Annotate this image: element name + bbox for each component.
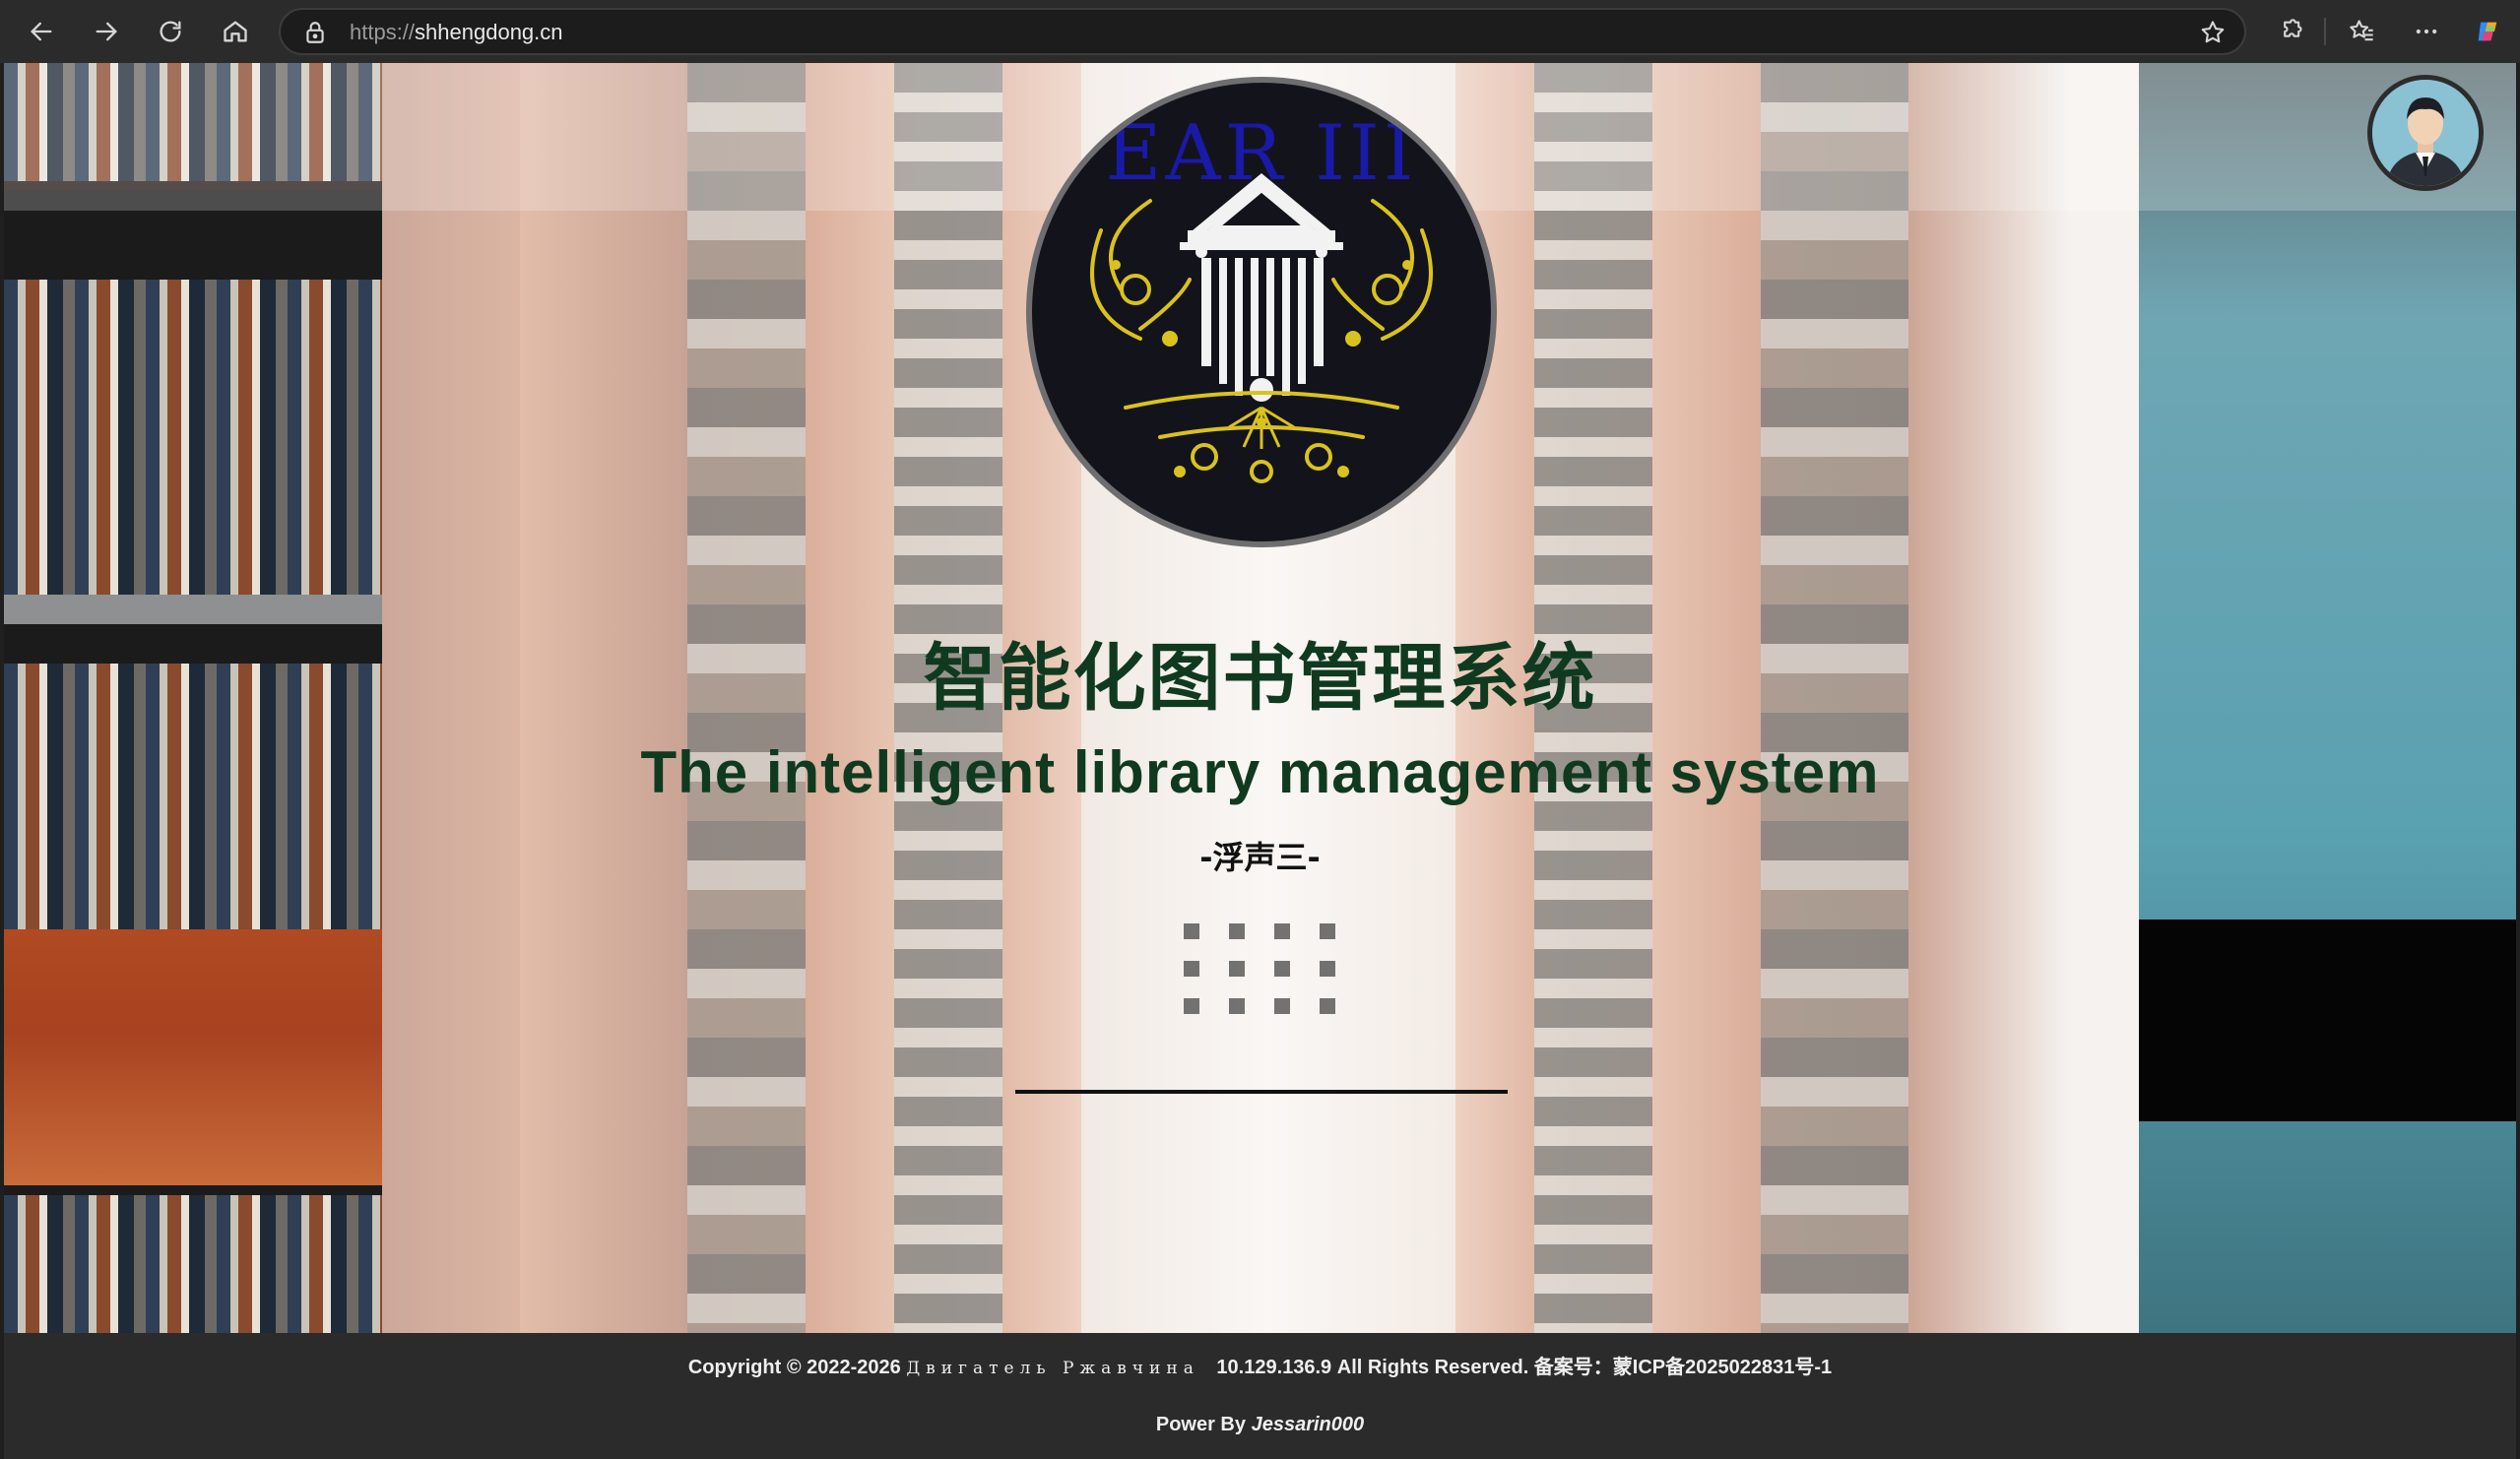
arrow-right-icon bbox=[96, 22, 117, 41]
favorites-icon bbox=[2350, 20, 2373, 41]
puzzle-icon bbox=[2284, 19, 2302, 37]
copilot-button[interactable] bbox=[2468, 12, 2507, 51]
page-title-cn: 智能化图书管理系统 bbox=[923, 636, 1597, 721]
copilot-icon bbox=[2478, 22, 2497, 41]
more-icon bbox=[2416, 29, 2437, 34]
browser-toolbar: https://shhengdong.cn bbox=[0, 0, 2520, 63]
copyright-prefix: Copyright © 2022-2026 bbox=[687, 1357, 901, 1378]
back-button[interactable] bbox=[22, 12, 61, 51]
page-title-en: The intelligent library management syste… bbox=[640, 739, 1880, 805]
author-name: Двигатель Ржавчина bbox=[906, 1359, 1199, 1378]
address-bar[interactable]: https://shhengdong.cn bbox=[279, 8, 2246, 55]
loading-indicator bbox=[1184, 923, 1335, 1075]
footer-power: Power By Jessarin000 bbox=[4, 1412, 2516, 1437]
page-content: EAR III 智能化图书管理系统 The intelligent librar… bbox=[4, 63, 2516, 1459]
more-button[interactable] bbox=[2407, 12, 2446, 51]
extensions-button[interactable] bbox=[2271, 12, 2310, 51]
home-icon bbox=[224, 21, 247, 42]
page-subtitle: -浮声三- bbox=[1199, 839, 1321, 876]
reload-icon bbox=[160, 21, 181, 42]
toolbar-separator bbox=[2324, 18, 2326, 45]
footer-copyright: Copyright © 2022-2026 Двигатель Ржавчина… bbox=[4, 1355, 2516, 1381]
arrow-left-icon bbox=[31, 22, 52, 41]
server-ip: 10.129.136.9 bbox=[1216, 1357, 1332, 1378]
url-protocol: https:// bbox=[350, 20, 416, 44]
home-button[interactable] bbox=[216, 12, 255, 51]
reload-button[interactable] bbox=[151, 12, 190, 51]
logo-text: EAR III bbox=[1105, 109, 1418, 198]
icp-record[interactable]: All Rights Reserved. 备案号：蒙ICP备2025022831… bbox=[1337, 1357, 1832, 1378]
user-avatar[interactable] bbox=[2367, 75, 2484, 191]
star-icon[interactable] bbox=[2199, 19, 2227, 46]
favorites-button[interactable] bbox=[2342, 12, 2381, 51]
user-avatar-icon bbox=[2372, 80, 2479, 186]
url-host: shhengdong.cn bbox=[415, 20, 563, 44]
url-text[interactable]: https://shhengdong.cn bbox=[350, 20, 563, 45]
power-prefix: Power By bbox=[1155, 1414, 1247, 1435]
footer: Copyright © 2022-2026 Двигатель Ржавчина… bbox=[4, 1333, 2516, 1459]
forward-button[interactable] bbox=[87, 12, 126, 51]
lock-icon[interactable] bbox=[302, 20, 328, 45]
site-logo: EAR III bbox=[1026, 77, 1497, 547]
divider-line bbox=[1015, 1090, 1508, 1094]
power-name: Jessarin000 bbox=[1251, 1414, 1365, 1435]
